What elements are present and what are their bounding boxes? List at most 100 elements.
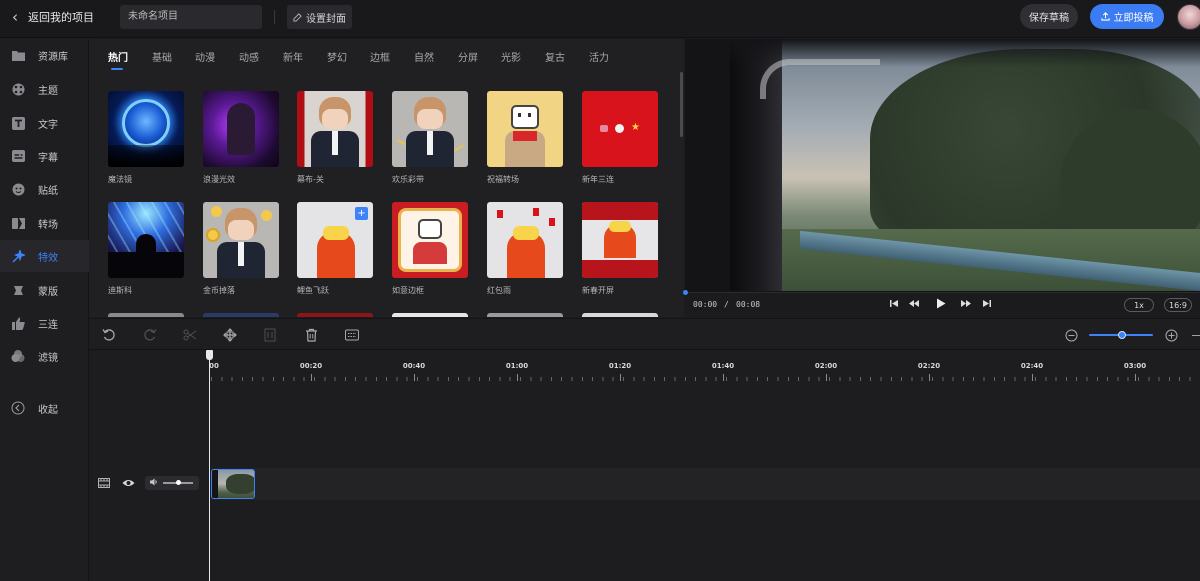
tab-hot[interactable]: 热门	[108, 49, 128, 64]
zoom-in-icon[interactable]	[1163, 327, 1179, 343]
track-volume-control[interactable]	[145, 476, 199, 490]
effect-item[interactable]: 迪斯科	[108, 202, 184, 296]
publish-button[interactable]: 立即投稿	[1090, 4, 1164, 29]
tab-basic[interactable]: 基础	[152, 49, 172, 64]
ruler-major-tick	[1032, 374, 1033, 381]
tab-light-shadow[interactable]: 光影	[501, 49, 521, 64]
delete-trash-icon[interactable]	[303, 327, 319, 343]
tab-border[interactable]: 边框	[370, 49, 390, 64]
video-preview[interactable]	[730, 39, 1200, 291]
effect-thumbnail-partial[interactable]	[392, 313, 468, 317]
play-icon[interactable]	[936, 298, 946, 312]
effect-thumbnail-partial[interactable]	[582, 313, 658, 317]
effect-item[interactable]: 浪漫光效	[203, 91, 279, 185]
total-time: 00:08	[736, 300, 761, 309]
set-cover-label: 设置封面	[306, 13, 346, 25]
sidebar-item-effects[interactable]: 特效	[0, 240, 89, 272]
sidebar-item-text[interactable]: 文字	[0, 107, 89, 139]
effect-label: 祝福转场	[487, 175, 519, 184]
caption-keyboard-icon[interactable]	[344, 327, 360, 343]
tab-retro[interactable]: 复古	[545, 49, 565, 64]
tab-anime[interactable]: 动漫	[195, 49, 215, 64]
subtitle-icon	[11, 149, 25, 163]
effect-thumbnail	[108, 202, 184, 278]
track-visibility-eye-icon[interactable]	[122, 478, 135, 491]
project-name-input[interactable]: 未命名项目	[120, 5, 262, 29]
sidebar-item-filter[interactable]: 滤镜	[0, 340, 89, 372]
progress-handle[interactable]	[683, 290, 688, 295]
tab-split-screen[interactable]: 分屏	[458, 49, 478, 64]
effect-thumbnail-partial[interactable]	[203, 313, 279, 317]
sidebar-item-theme[interactable]: 主题	[0, 73, 89, 105]
zoom-slider-handle[interactable]	[1118, 331, 1126, 339]
volume-slider[interactable]	[163, 480, 193, 485]
video-track-header	[89, 468, 211, 500]
thumbs-up-icon	[11, 316, 25, 330]
effect-thumbnail: ★	[582, 91, 658, 167]
effects-icon	[11, 249, 25, 263]
avatar[interactable]	[1177, 4, 1200, 30]
effect-label: 欢乐彩带	[392, 175, 424, 184]
skip-to-start-icon[interactable]	[890, 299, 899, 311]
sidebar-item-transition[interactable]: 转场	[0, 207, 89, 239]
aspect-ratio-selector[interactable]: 16:9	[1164, 298, 1192, 312]
undo-icon[interactable]	[101, 327, 117, 343]
effect-thumbnail-partial[interactable]	[487, 313, 563, 317]
set-cover-button[interactable]: 设置封面	[287, 5, 352, 29]
tab-vitality[interactable]: 活力	[589, 49, 609, 64]
step-forward-icon[interactable]	[961, 299, 971, 311]
ruler-major-tick	[620, 374, 621, 381]
playhead-line	[209, 350, 210, 581]
timeline[interactable]: 00 00:20 00:40 01:00 01:20 01:40 02:00 0…	[89, 350, 1200, 581]
timeline-zoom-slider[interactable]	[1089, 331, 1153, 339]
sidebar-collapse-button[interactable]: 收起	[0, 392, 89, 424]
split-scissors-icon[interactable]	[182, 327, 198, 343]
preview-panel: 00:00 / 00:08 1x 16:9	[683, 39, 1200, 317]
effect-item[interactable]: 金币掉落	[203, 202, 279, 296]
fit-timeline-icon[interactable]	[1192, 327, 1200, 343]
tab-nature[interactable]: 自然	[414, 49, 434, 64]
effect-item[interactable]: 新春开屏	[582, 202, 658, 296]
tab-new-year[interactable]: 新年	[283, 49, 303, 64]
film-strip-icon	[98, 477, 110, 492]
effect-item[interactable]: + 鲤鱼飞跃	[297, 202, 373, 296]
time-ruler[interactable]: 00 00:20 00:40 01:00 01:20 01:40 02:00 0…	[89, 350, 1200, 382]
effect-item[interactable]: 魔法镜	[108, 91, 184, 185]
tab-dynamic[interactable]: 动感	[239, 49, 259, 64]
crop-move-icon[interactable]	[222, 327, 238, 343]
effect-item[interactable]: 红包雨	[487, 202, 563, 296]
volume-icon	[150, 478, 158, 488]
video-clip[interactable]	[211, 469, 255, 499]
save-draft-button[interactable]: 保存草稿	[1020, 4, 1078, 29]
sidebar-item-label: 转场	[38, 219, 58, 231]
effects-scrollbar[interactable]	[680, 72, 683, 137]
sidebar-item-mask[interactable]: 蒙版	[0, 274, 89, 306]
sidebar-item-subtitle[interactable]: 字幕	[0, 140, 89, 172]
playback-progress-bar[interactable]	[683, 290, 1200, 295]
sidebar-item-sticker[interactable]: 贴纸	[0, 173, 89, 205]
effect-item[interactable]: 如意边框	[392, 202, 468, 296]
skip-to-end-icon[interactable]	[982, 299, 991, 311]
redo-icon[interactable]	[142, 327, 158, 343]
effect-thumbnail	[487, 202, 563, 278]
effect-thumbnail	[203, 202, 279, 278]
ruler-major-tick	[311, 374, 312, 381]
zoom-out-icon[interactable]	[1063, 327, 1079, 343]
freeze-frame-icon[interactable]	[262, 327, 278, 343]
sidebar-item-library[interactable]: 资源库	[0, 39, 89, 71]
effect-item[interactable]: 欢乐彩带	[392, 91, 468, 185]
step-back-icon[interactable]	[909, 299, 919, 311]
effect-item[interactable]: ★ 新年三连	[582, 91, 658, 185]
effect-label: 魔法镜	[108, 175, 132, 184]
time-separator: /	[724, 300, 729, 309]
effect-thumbnail-partial[interactable]	[297, 313, 373, 317]
effect-item[interactable]: 祝福转场	[487, 91, 563, 185]
tab-dreamy[interactable]: 梦幻	[327, 49, 347, 64]
effect-item[interactable]: 幕布-关	[297, 91, 373, 185]
playback-speed-selector[interactable]: 1x	[1124, 298, 1154, 312]
playhead-handle[interactable]	[206, 350, 213, 360]
effect-label: 鲤鱼飞跃	[297, 286, 329, 295]
back-to-projects-button[interactable]: ‹ 返回我的项目	[12, 0, 94, 34]
sidebar-item-triple[interactable]: 三连	[0, 307, 89, 339]
effect-thumbnail-partial[interactable]	[108, 313, 184, 317]
